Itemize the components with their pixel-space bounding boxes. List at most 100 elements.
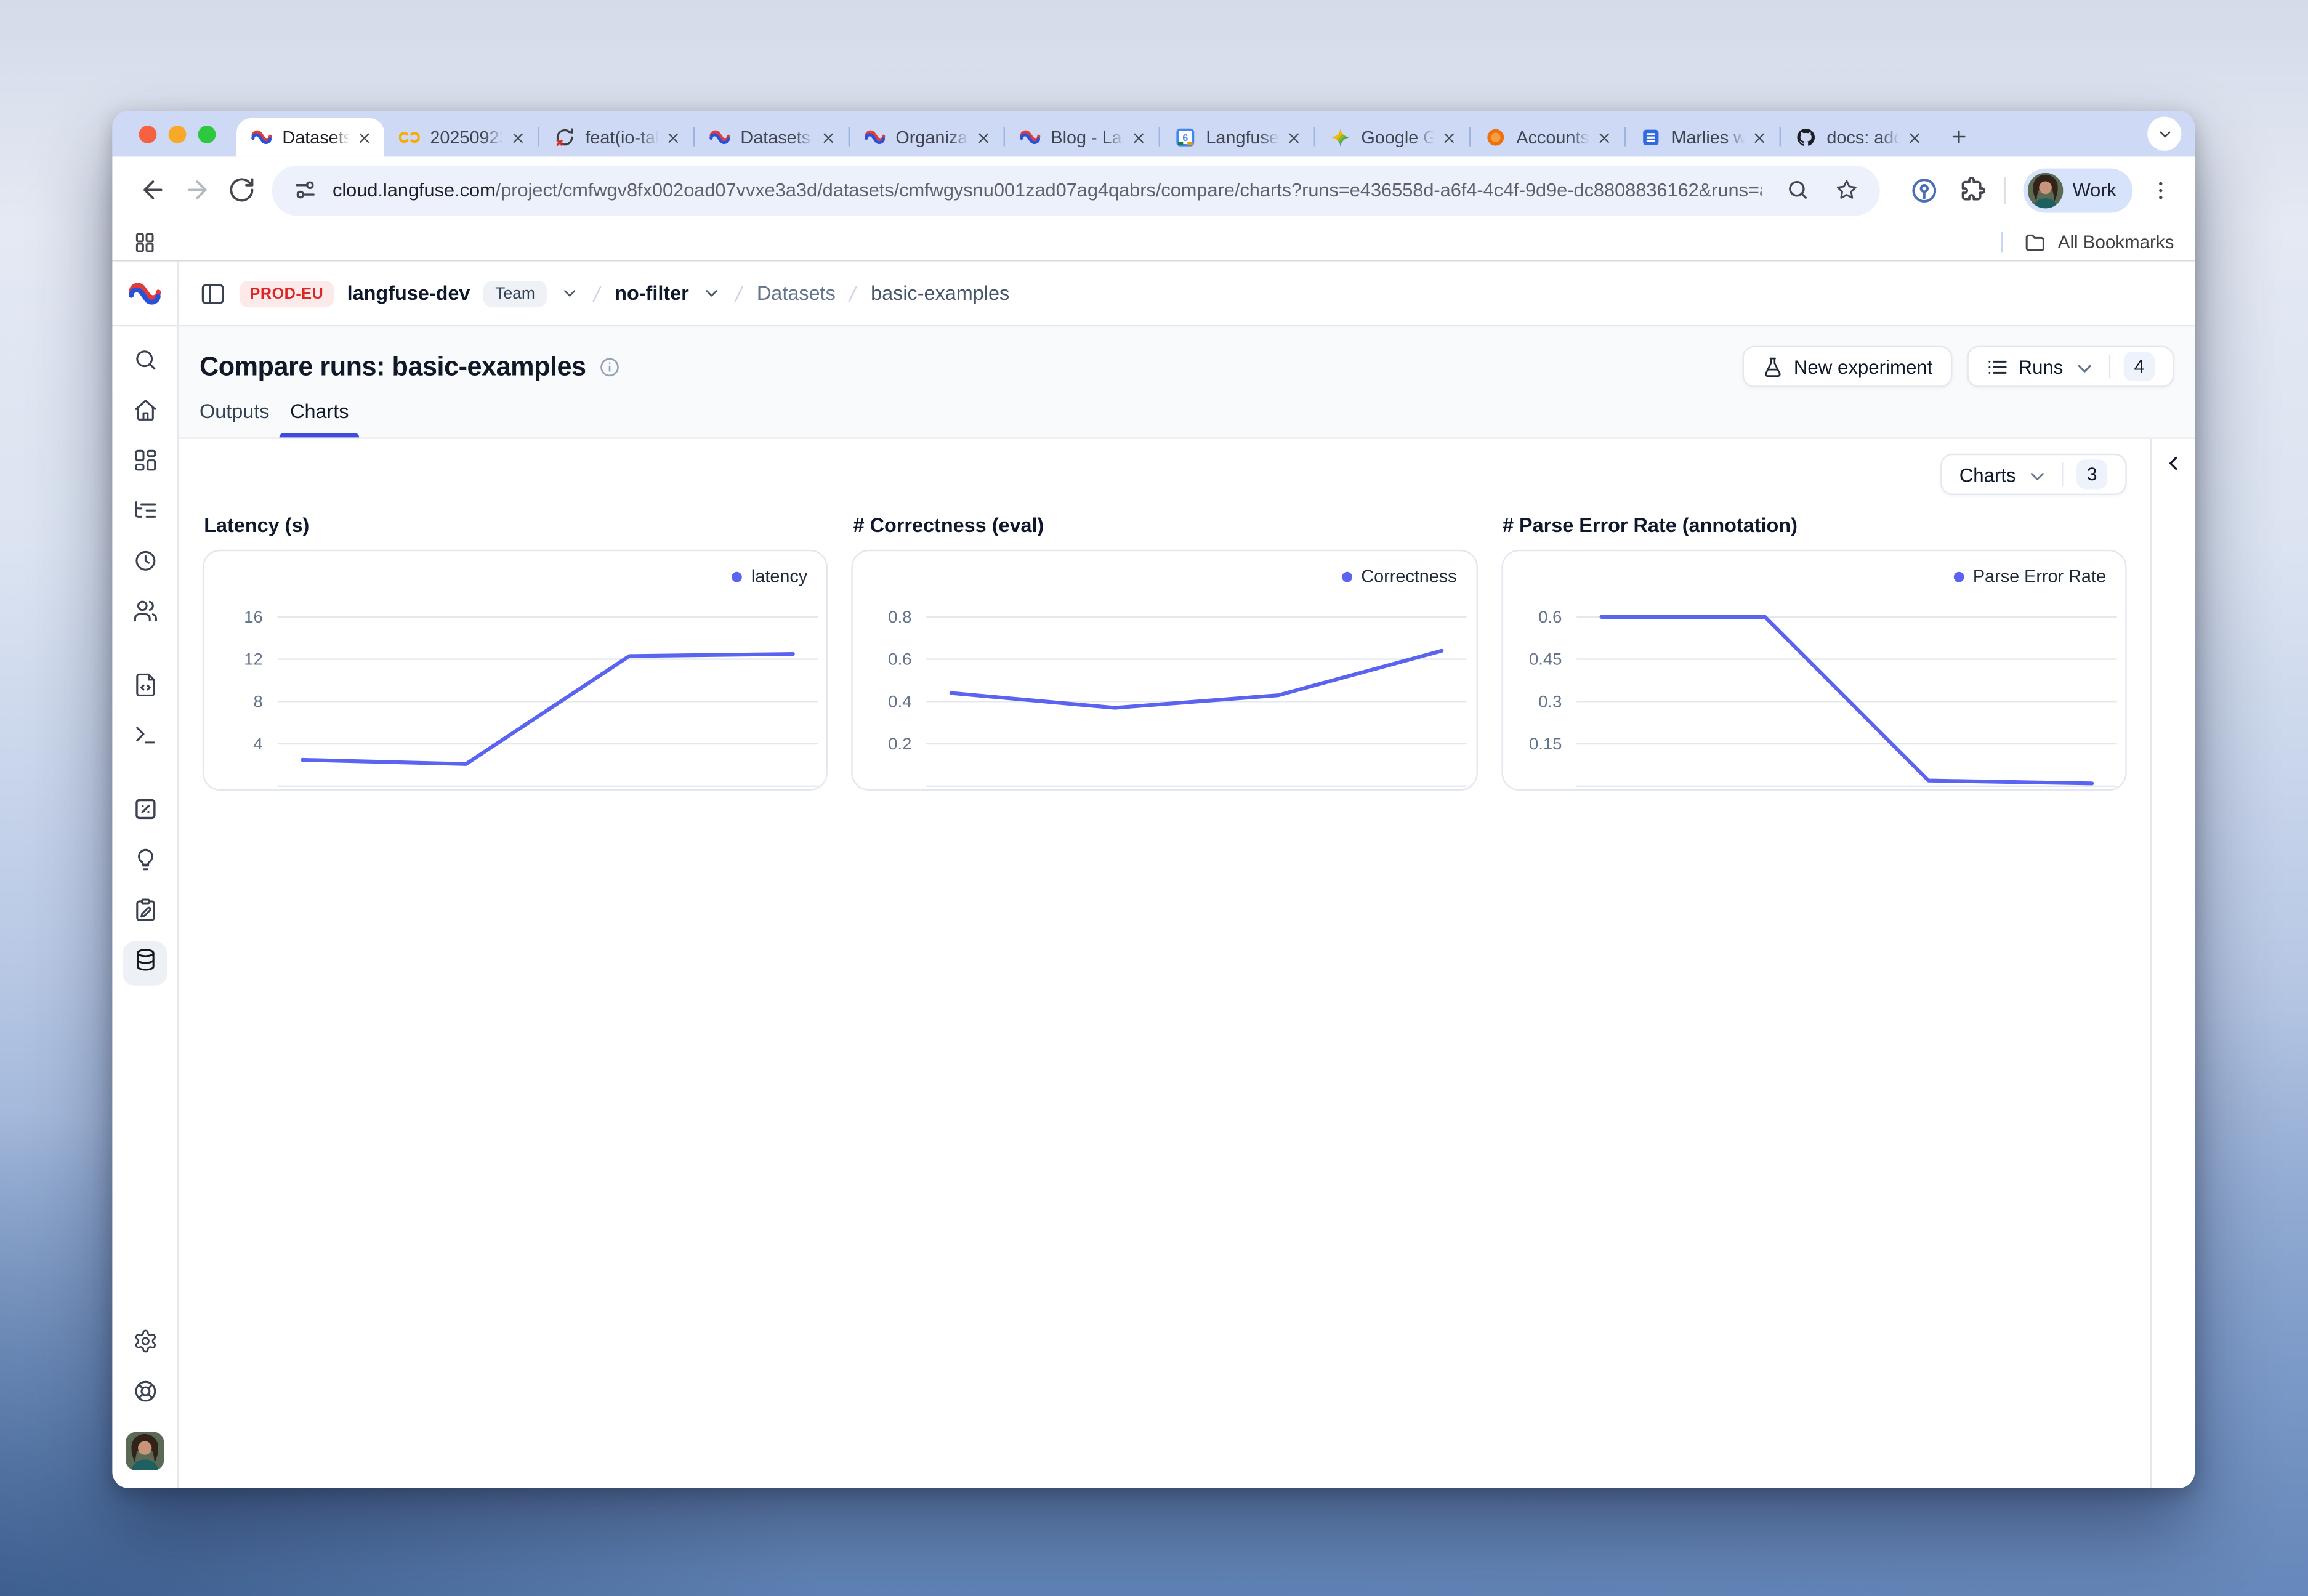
browser-profile-chip[interactable]: Work [2024, 167, 2133, 212]
chevron-down-icon[interactable] [702, 284, 721, 303]
browser-tab[interactable]: 20250923 [384, 118, 538, 156]
line-chart-canvas: 0.60.450.30.15 [1503, 551, 2125, 789]
new-experiment-button[interactable]: New experiment [1742, 346, 1952, 387]
close-window-button[interactable] [139, 126, 157, 143]
langfuse-app: PROD-EU langfuse-dev Team / no-filter / … [112, 262, 2195, 1488]
browser-menu-icon[interactable] [2144, 174, 2177, 206]
tab-close-icon[interactable] [816, 126, 839, 149]
extensions-puzzle-icon[interactable] [1958, 175, 1987, 204]
sidebar-item-support[interactable] [123, 1373, 167, 1417]
reload-button[interactable] [219, 167, 263, 212]
tab-close-icon[interactable] [1592, 126, 1615, 149]
site-settings-icon[interactable] [293, 177, 318, 203]
sidebar-item-tracing[interactable] [123, 492, 167, 536]
svg-text:0.15: 0.15 [1528, 734, 1561, 753]
legend-label: latency [751, 566, 807, 587]
bookmark-star-icon[interactable] [1834, 177, 1860, 203]
tab-label: Langfuse - [1206, 127, 1281, 148]
github-favicon [1796, 127, 1817, 148]
terminal-icon [132, 723, 158, 756]
sidebar-bottom [123, 1323, 167, 1488]
legend-dot [732, 571, 743, 582]
accounts-favicon [1485, 127, 1506, 148]
toolbar-divider [2004, 177, 2006, 203]
tab-close-icon[interactable] [661, 126, 684, 149]
browser-toolbar: cloud.langfuse.com/project/cmfwgv8fx002o… [112, 156, 2195, 223]
new-tab-button[interactable] [1940, 118, 1976, 154]
charts-dropdown-button[interactable]: Charts 3 [1940, 454, 2126, 495]
clock-icon [132, 548, 158, 581]
minimize-window-button[interactable] [169, 126, 187, 143]
sidebar-item-prompts[interactable] [123, 666, 167, 711]
maximize-window-button[interactable] [198, 126, 216, 143]
browser-tab[interactable]: 6Langfuse - [1160, 118, 1314, 156]
apps-grid-icon[interactable] [133, 230, 156, 253]
tab-close-icon[interactable] [1437, 126, 1460, 149]
tab-charts[interactable]: Charts [280, 400, 359, 437]
breadcrumb-datasets-link[interactable]: Datasets [757, 282, 836, 304]
sidebar-item-datasets[interactable] [123, 941, 167, 986]
chevron-down-icon[interactable] [560, 284, 579, 303]
chart-group: Latency (s) 161284 latency [203, 514, 828, 791]
browser-tab[interactable]: Marlies we [1626, 118, 1780, 156]
sidebar-item-sessions[interactable] [123, 542, 167, 587]
breadcrumb-project[interactable]: no-filter [615, 282, 689, 304]
address-bar[interactable]: cloud.langfuse.com/project/cmfwgv8fx002o… [272, 165, 1881, 216]
tab-close-icon[interactable] [1747, 126, 1770, 149]
runs-dropdown-button[interactable]: Runs 4 [1967, 346, 2174, 387]
chart-group: # Correctness (eval) 0.80.60.40.2 Correc… [852, 514, 1477, 791]
url-host: cloud.langfuse.com [333, 179, 496, 201]
profile-avatar [2028, 172, 2064, 208]
all-bookmarks-label[interactable]: All Bookmarks [2058, 232, 2174, 252]
page-title: Compare runs: basic-examples [200, 351, 586, 382]
breadcrumb-org[interactable]: langfuse-dev [347, 282, 470, 304]
back-button[interactable] [130, 167, 174, 212]
browser-tab[interactable]: Google Ge [1315, 118, 1469, 156]
langfuse-logo[interactable] [112, 262, 177, 327]
tab-search-button[interactable] [2147, 117, 2181, 151]
chevron-down-icon [2073, 357, 2092, 376]
url-path: /project/cmfwgv8fx002oad07vvxe3a3d/datas… [496, 179, 1762, 201]
sidebar-item-users[interactable] [123, 592, 167, 637]
browser-tab[interactable]: Accounts | [1471, 118, 1624, 156]
zoom-icon[interactable] [1786, 177, 1811, 203]
tab-close-icon[interactable] [1281, 126, 1305, 149]
tab-close-icon[interactable] [1902, 126, 1926, 149]
panel-toggle-icon[interactable] [200, 280, 226, 307]
breadcrumb-dataset-name[interactable]: basic-examples [871, 282, 1009, 304]
browser-tab[interactable]: Blog - Lang [1005, 118, 1159, 156]
browser-tab[interactable]: Organizatio [850, 118, 1004, 156]
collapse-panel-icon[interactable] [2162, 452, 2184, 474]
tree-icon [132, 498, 158, 531]
bookmarks-bar: All Bookmarks [112, 223, 2195, 261]
sidebar-item-scores[interactable] [123, 791, 167, 835]
tab-outputs[interactable]: Outputs [189, 400, 280, 437]
browser-tab[interactable]: Datasets | La [236, 118, 384, 156]
tab-close-icon[interactable] [352, 126, 375, 149]
svg-text:0.6: 0.6 [889, 650, 912, 669]
sidebar-item-search[interactable] [123, 341, 167, 385]
chart-title: # Correctness (eval) [853, 514, 1478, 536]
sidebar-item-annotation[interactable] [123, 891, 167, 935]
chart-card: 0.60.450.30.15 Parse Error Rate [1501, 550, 2127, 791]
browser-tab[interactable]: feat(io-tab [539, 118, 693, 156]
tab-close-icon[interactable] [506, 126, 529, 149]
forward-button[interactable] [174, 167, 219, 212]
password-extension-icon[interactable] [1910, 175, 1940, 204]
tab-close-icon[interactable] [971, 126, 995, 149]
tab-close-icon[interactable] [1126, 126, 1150, 149]
browser-window: Datasets | La20250923feat(io-tabDatasets… [112, 111, 2195, 1488]
home-icon [132, 398, 158, 430]
list-blue-favicon [1640, 127, 1661, 148]
chart-legend: latency [732, 566, 807, 587]
browser-tab[interactable]: Datasets | L [695, 118, 849, 156]
sidebar-item-dashboards[interactable] [123, 442, 167, 486]
svg-text:0.4: 0.4 [889, 691, 912, 711]
browser-tab[interactable]: docs: add [1781, 118, 1935, 156]
user-avatar[interactable] [126, 1432, 164, 1470]
info-icon[interactable] [598, 355, 620, 377]
sidebar-item-evaluators[interactable] [123, 841, 167, 885]
sidebar-item-settings[interactable] [123, 1323, 167, 1367]
sidebar-item-home[interactable] [123, 392, 167, 436]
sidebar-item-playground[interactable] [123, 717, 167, 761]
